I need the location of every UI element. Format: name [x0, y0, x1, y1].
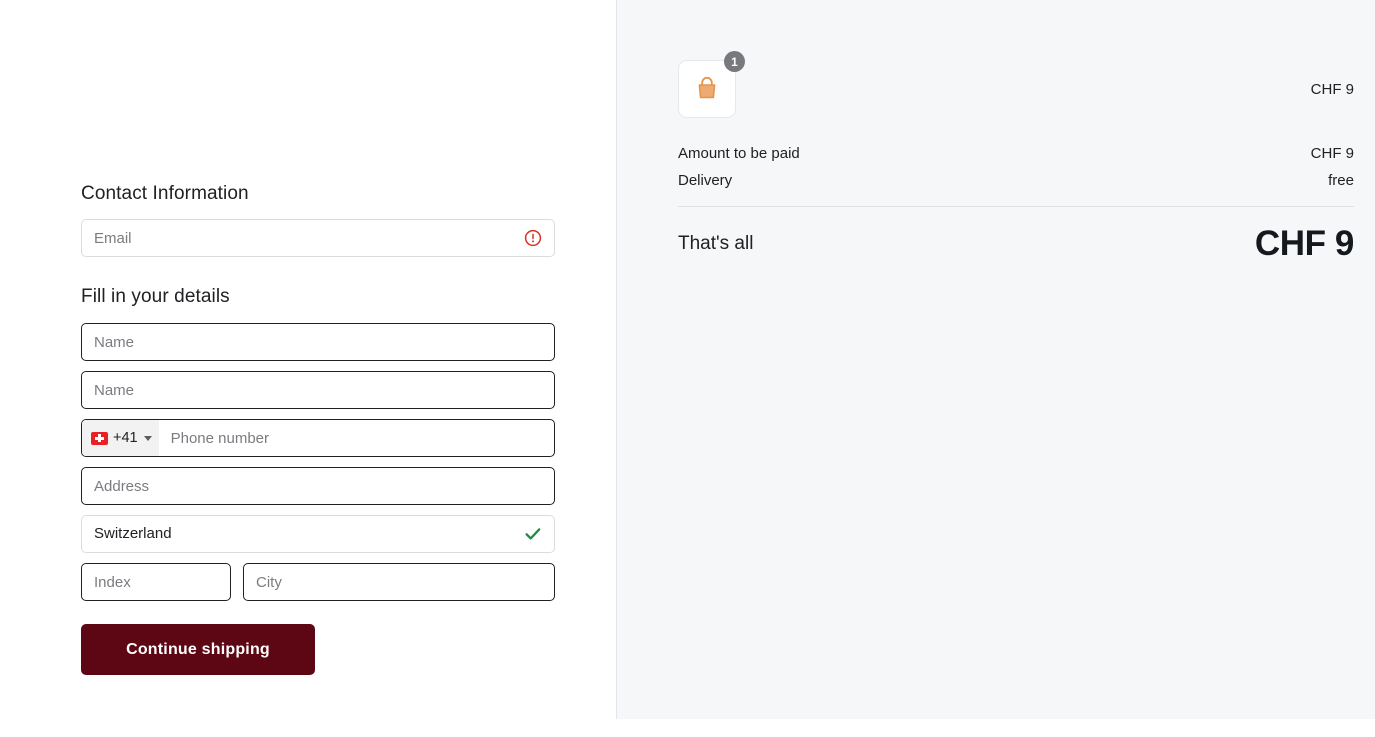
continue-shipping-button[interactable]: Continue shipping — [81, 624, 315, 675]
total-row-value: CHF 9 — [1310, 145, 1354, 162]
country-code-selector[interactable]: +41 — [82, 420, 159, 456]
total-row: Delivery free — [678, 167, 1354, 194]
cart-item-row: 1 CHF 9 — [678, 51, 1354, 118]
address-input[interactable] — [82, 468, 554, 504]
total-row-label: Delivery — [678, 172, 733, 189]
total-row-value: free — [1328, 172, 1354, 189]
total-row-label: Amount to be paid — [678, 145, 800, 162]
phone-number-input[interactable] — [158, 420, 554, 456]
address-field-wrapper[interactable] — [81, 467, 555, 505]
checkout-form-panel: Contact Information Fill in your details — [0, 0, 616, 737]
grand-total-row: That's all CHF 9 — [678, 224, 1354, 264]
checkout-page: Contact Information Fill in your details — [0, 0, 1375, 737]
index-field-wrapper[interactable] — [81, 563, 231, 601]
check-icon — [524, 525, 542, 543]
grand-total-label: That's all — [678, 233, 754, 254]
cart-item-thumbnail[interactable]: 1 — [678, 51, 745, 118]
form-container: Contact Information Fill in your details — [81, 182, 555, 675]
first-name-input[interactable] — [82, 324, 554, 360]
quantity-badge: 1 — [724, 51, 745, 72]
last-name-field-wrapper[interactable] — [81, 371, 555, 409]
swiss-flag-icon — [91, 431, 108, 445]
chevron-down-icon — [143, 435, 152, 441]
order-summary-panel: 1 CHF 9 Amount to be paid CHF 9 Delivery… — [616, 0, 1375, 719]
city-input[interactable] — [244, 564, 554, 600]
summary-divider — [678, 206, 1354, 207]
country-field-wrapper[interactable]: Switzerland — [81, 515, 555, 553]
phone-field-wrapper[interactable]: +41 — [81, 419, 555, 457]
dial-code-label: +41 — [113, 429, 138, 446]
city-field-wrapper[interactable] — [243, 563, 555, 601]
email-field-wrapper[interactable] — [81, 219, 555, 257]
email-input[interactable] — [82, 220, 554, 256]
cart-item-price: CHF 9 — [1310, 80, 1354, 98]
index-city-row — [81, 563, 555, 601]
last-name-input[interactable] — [82, 372, 554, 408]
totals-list: Amount to be paid CHF 9 Delivery free — [678, 140, 1354, 194]
shopping-bag-icon — [698, 76, 716, 99]
contact-information-title: Contact Information — [81, 183, 249, 204]
total-row: Amount to be paid CHF 9 — [678, 140, 1354, 167]
grand-total-value: CHF 9 — [1254, 224, 1355, 263]
first-name-field-wrapper[interactable] — [81, 323, 555, 361]
index-input[interactable] — [82, 564, 230, 600]
country-value: Switzerland — [94, 525, 172, 542]
fill-details-title: Fill in your details — [81, 286, 230, 307]
order-summary-container: 1 CHF 9 Amount to be paid CHF 9 Delivery… — [678, 51, 1354, 264]
